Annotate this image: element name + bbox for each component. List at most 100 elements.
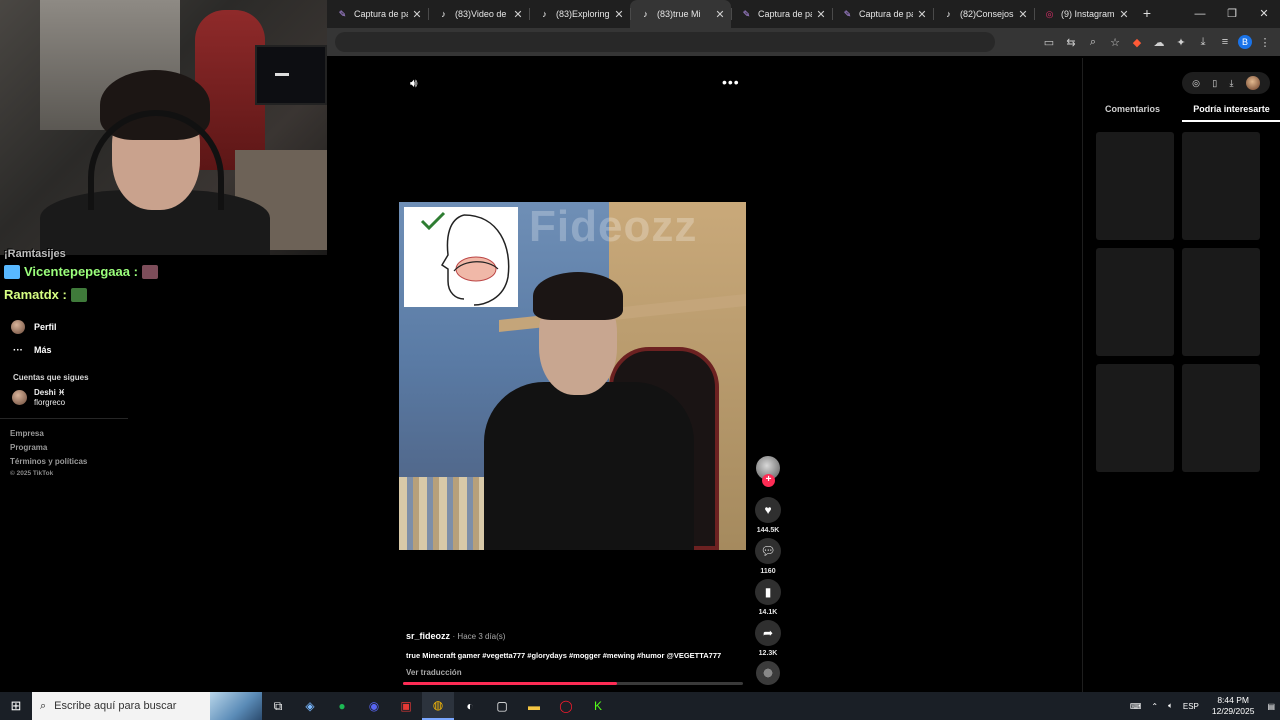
sidebar-item-more[interactable]: ··· Más [10,339,128,361]
heart-icon[interactable]: ♥ [755,497,781,523]
extension-red-icon[interactable]: ◆ [1128,33,1146,51]
tab-comments[interactable]: Comentarios [1083,102,1182,122]
windows-taskbar: ⊞ ⌕ Escribe aquí para buscar ⧉ ◈ ● ◉ ▣ ◍… [0,692,1280,720]
close-tab-icon[interactable]: ✕ [513,8,523,21]
app-red-icon[interactable]: ▣ [390,692,422,720]
browser-tab[interactable]: ♪ (83)Video de Ju ✕ [428,0,529,28]
cast-icon[interactable]: ▭ [1040,33,1058,51]
close-tab-icon[interactable]: ✕ [614,8,624,21]
tiktok-icon: ♪ [946,9,951,19]
windows-start-icon[interactable]: ⊞ [0,692,32,720]
extensions-puzzle-icon[interactable]: ✦ [1172,33,1190,51]
browser-tab[interactable]: ✎ Captura de pan ✕ [731,0,832,28]
tab-title: (9) Instagram [1061,9,1115,19]
tab-title: (83)Video de Ju [455,9,509,19]
video-progress-bar[interactable] [403,682,743,685]
follow-plus-button[interactable]: + [762,474,775,487]
download-app-icon[interactable]: ⤓ [1230,78,1234,89]
tab-title: (82)Consejos d [960,9,1014,19]
share-icon[interactable]: ➦ [755,620,781,646]
tab-you-may-like[interactable]: Podría interesarte [1182,102,1280,122]
chrome-icon[interactable]: ◍ [422,692,454,720]
share-action: ➦ 12.3K [754,620,782,657]
right-panel: ◎ ▯ ⤓ Comentarios Podría interesarte [1082,58,1280,692]
volume-icon[interactable]: 🔊︎ [410,76,418,91]
close-tab-icon[interactable]: ✕ [816,8,826,21]
zoom-icon[interactable]: ⌕ [1084,33,1102,51]
opera-icon[interactable]: ◯ [550,692,582,720]
clock[interactable]: 8:44 PM 12/29/2025 [1204,695,1263,717]
more-options-icon[interactable]: ••• [722,74,740,90]
browser-tab[interactable]: ♪ (83)Exploring t ✕ [529,0,630,28]
media-queue-icon[interactable]: ≡ [1216,33,1234,51]
volume-tray-icon[interactable]: 🔈︎ [1163,701,1178,711]
extension-cloud-icon[interactable]: ☁ [1150,33,1168,51]
following-account[interactable]: Deshi ♓︎ florgreco [10,388,128,408]
bookmark-star-icon[interactable]: ☆ [1106,33,1124,51]
browser-tab[interactable]: ✎ Captura de pan ✕ [327,0,428,28]
video-player[interactable]: Fideozz [399,202,746,550]
music-disc-icon[interactable] [756,661,780,685]
close-tab-icon[interactable]: ✕ [1018,8,1028,21]
video-thumbnail-placeholder[interactable] [1182,132,1260,240]
browser-tab[interactable]: ♪ (83)true Mi ✕ [630,0,731,28]
device-icon[interactable]: ▯ [1212,78,1217,89]
keyboard-icon[interactable]: ⌨ [1125,702,1147,711]
creator-username[interactable]: sr_fideozz [406,631,450,641]
kick-icon[interactable]: K [582,692,614,720]
footer-link-terms[interactable]: Términos y políticas [10,455,128,469]
new-tab-button[interactable]: + [1135,0,1159,28]
menu-kebab-icon[interactable]: ⋮ [1256,33,1274,51]
search-highlight-image [210,692,262,720]
minimize-icon[interactable]: — [1184,0,1216,28]
pen-icon: ✎ [843,8,852,19]
capcut-icon[interactable]: ▢ [486,692,518,720]
file-explorer-icon[interactable]: ▬ [518,692,550,720]
footer-link-programa[interactable]: Programa [10,441,128,455]
taskbar-search[interactable]: ⌕ Escribe aquí para buscar [32,692,262,720]
ellipsis-icon: ··· [13,344,23,356]
close-tab-icon[interactable]: ✕ [715,8,725,21]
coin-icon[interactable]: ◎ [1192,78,1200,89]
tiktok-icon: ♪ [441,9,446,19]
browser-tab[interactable]: ✎ Captura de pan ✕ [832,0,933,28]
translate-icon[interactable]: ⇆ [1062,33,1080,51]
restore-icon[interactable]: ❐ [1216,0,1248,28]
chevron-up-icon[interactable]: ⌃ [1146,702,1163,711]
chat-message: Ramatdx : [4,283,204,306]
browser-tab[interactable]: ◎ (9) Instagram ✕ [1034,0,1135,28]
video-thumbnail-placeholder[interactable] [1096,364,1174,472]
download-icon[interactable]: ⤓ [1194,33,1212,51]
close-tab-icon[interactable]: ✕ [1119,8,1129,21]
tiktok-icon: ♪ [643,9,648,19]
close-tab-icon[interactable]: ✕ [917,8,927,21]
user-avatar[interactable] [1245,76,1260,90]
tab-title: Captura de pan [354,9,408,19]
window-controls: — ❐ ✕ [1184,0,1280,28]
comment-icon[interactable]: 💬︎ [755,538,781,564]
account-avatar [12,390,28,406]
address-bar[interactable] [335,32,995,52]
language-indicator[interactable]: ESP [1178,702,1204,711]
footer-link-empresa[interactable]: Empresa [10,427,128,441]
video-thumbnail-placeholder[interactable] [1096,132,1174,240]
stream-chat: ¡Ramtasijes Vicentepepegaaa : Ramatdx : [4,248,204,306]
sidebar-item-profile[interactable]: Perfil [10,316,128,338]
video-thumbnail-placeholder[interactable] [1182,364,1260,472]
bookmark-icon[interactable]: ▮ [755,579,781,605]
discord-icon[interactable]: ◉ [358,692,390,720]
profile-avatar[interactable]: B [1238,35,1252,49]
tab-title: (83)true Mi [657,9,701,19]
search-icon: ⌕ [40,699,47,712]
see-translation-link[interactable]: Ver traducción [406,668,746,677]
spotify-icon[interactable]: ● [326,692,358,720]
obs-icon[interactable]: ◐ [454,692,486,720]
notifications-icon[interactable]: ▤ [1262,702,1280,711]
video-thumbnail-placeholder[interactable] [1096,248,1174,356]
copilot-icon[interactable]: ◈ [294,692,326,720]
close-tab-icon[interactable]: ✕ [412,8,422,21]
video-thumbnail-placeholder[interactable] [1182,248,1260,356]
browser-tab[interactable]: ♪ (82)Consejos d ✕ [933,0,1034,28]
close-window-icon[interactable]: ✕ [1248,0,1280,28]
task-view-icon[interactable]: ⧉ [262,692,294,720]
